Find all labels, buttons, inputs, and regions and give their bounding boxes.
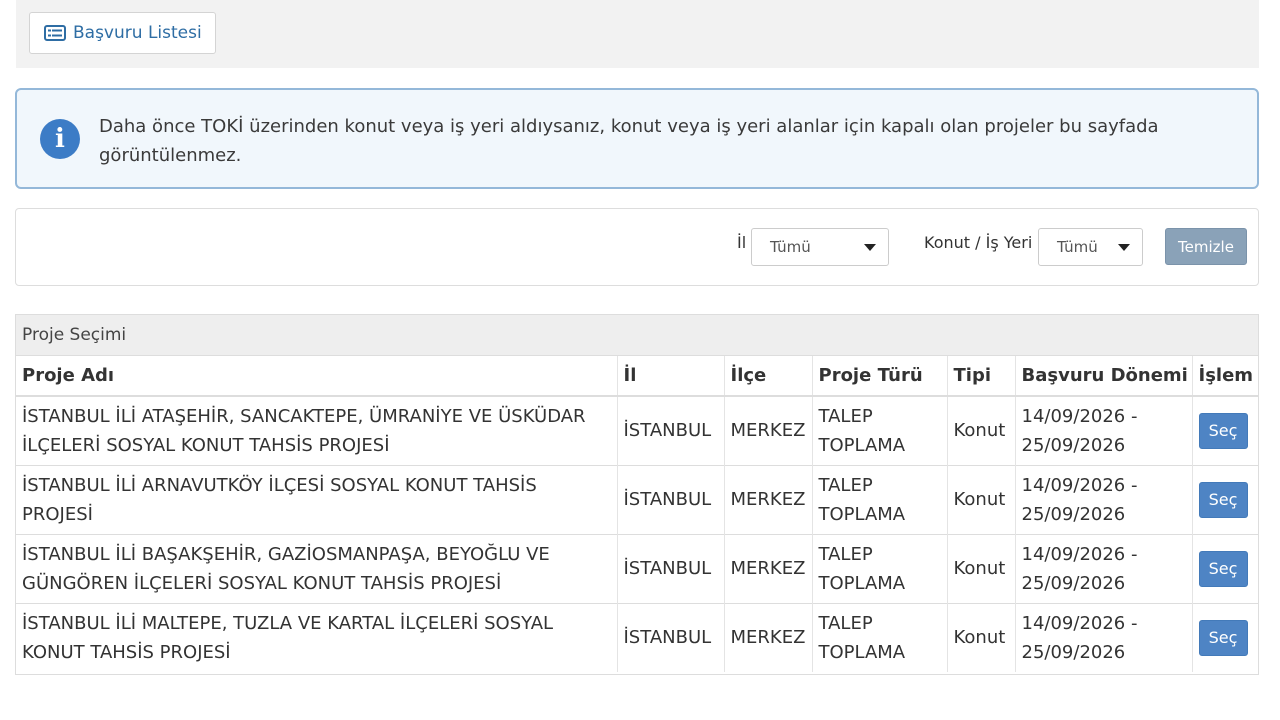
province-select[interactable]: Tümü [751, 228, 889, 266]
district-cell: MERKEZ [724, 395, 813, 465]
list-icon [44, 25, 66, 41]
action-cell: Seç [1192, 395, 1258, 465]
action-cell: Seç [1192, 464, 1258, 534]
district-cell: MERKEZ [724, 602, 813, 672]
province-filter-label: İl [737, 233, 747, 252]
filter-panel: İl Tümü Konut / İş Yeri Tümü Temizle [15, 208, 1259, 286]
district-cell: MERKEZ [724, 533, 813, 603]
action-cell: Seç [1192, 533, 1258, 603]
column-header-project-type[interactable]: Proje Türü [812, 356, 948, 397]
province-select-value: Tümü [770, 238, 811, 256]
caret-down-icon [864, 244, 876, 251]
province-cell: İSTANBUL [617, 395, 725, 465]
application-list-button[interactable]: Başvuru Listesi [29, 12, 216, 54]
project-name-cell: İSTANBUL İLİ BAŞAKŞEHİR, GAZİOSMANPAŞA, … [16, 533, 618, 603]
application-period-cell: 14/09/2026 - 25/09/2026 [1015, 602, 1193, 672]
project-type-cell: TALEP TOPLAMA [812, 395, 948, 465]
info-icon: i [40, 119, 80, 159]
province-cell: İSTANBUL [617, 464, 725, 534]
type-cell: Konut [947, 464, 1016, 534]
province-cell: İSTANBUL [617, 533, 725, 603]
project-name-cell: İSTANBUL İLİ MALTEPE, TUZLA VE KARTAL İL… [16, 602, 618, 672]
district-cell: MERKEZ [724, 464, 813, 534]
clear-filters-button[interactable]: Temizle [1165, 228, 1247, 265]
caret-down-icon [1118, 244, 1130, 251]
column-header-project-name[interactable]: Proje Adı [16, 356, 618, 397]
column-header-type[interactable]: Tipi [947, 356, 1016, 397]
column-header-action: İşlem [1192, 356, 1258, 397]
select-project-button[interactable]: Seç [1198, 481, 1248, 518]
table-header-row: Proje Adı İl İlçe Proje Türü Tipi Başvur… [16, 356, 1258, 397]
project-name-cell: İSTANBUL İLİ ATAŞEHİR, SANCAKTEPE, ÜMRAN… [16, 395, 618, 465]
type-cell: Konut [947, 533, 1016, 603]
panel-title: Proje Seçimi [16, 315, 1258, 356]
select-project-button[interactable]: Seç [1198, 619, 1248, 656]
project-type-cell: TALEP TOPLAMA [812, 464, 948, 534]
info-message: Daha önce TOKİ üzerinden konut veya iş y… [99, 116, 1159, 166]
type-cell: Konut [947, 395, 1016, 465]
select-project-button[interactable]: Seç [1198, 550, 1248, 587]
info-alert: i Daha önce TOKİ üzerinden konut veya iş… [15, 88, 1259, 189]
application-period-cell: 14/09/2026 - 25/09/2026 [1015, 533, 1193, 603]
project-selection-panel: Proje Seçimi Proje Adı İl İlçe Proje Tür… [15, 314, 1259, 675]
column-header-district[interactable]: İlçe [724, 356, 813, 397]
type-cell: Konut [947, 602, 1016, 672]
type-select[interactable]: Tümü [1038, 228, 1143, 266]
project-type-cell: TALEP TOPLAMA [812, 533, 948, 603]
column-header-province[interactable]: İl [617, 356, 725, 397]
type-select-value: Tümü [1057, 238, 1098, 256]
table-row: İSTANBUL İLİ BAŞAKŞEHİR, GAZİOSMANPAŞA, … [16, 533, 1258, 603]
table-row: İSTANBUL İLİ ARNAVUTKÖY İLÇESİ SOSYAL KO… [16, 464, 1258, 534]
project-type-cell: TALEP TOPLAMA [812, 602, 948, 672]
application-period-cell: 14/09/2026 - 25/09/2026 [1015, 464, 1193, 534]
table-row: İSTANBUL İLİ ATAŞEHİR, SANCAKTEPE, ÜMRAN… [16, 395, 1258, 465]
application-period-cell: 14/09/2026 - 25/09/2026 [1015, 395, 1193, 465]
action-cell: Seç [1192, 602, 1258, 672]
table-row: İSTANBUL İLİ MALTEPE, TUZLA VE KARTAL İL… [16, 602, 1258, 672]
province-cell: İSTANBUL [617, 602, 725, 672]
select-project-button[interactable]: Seç [1198, 412, 1248, 449]
top-toolbar: Başvuru Listesi [16, 0, 1259, 68]
column-header-application-period[interactable]: Başvuru Dönemi [1015, 356, 1193, 397]
application-list-label: Başvuru Listesi [73, 23, 202, 43]
project-name-cell: İSTANBUL İLİ ARNAVUTKÖY İLÇESİ SOSYAL KO… [16, 464, 618, 534]
projects-table: Proje Adı İl İlçe Proje Türü Tipi Başvur… [16, 356, 1258, 672]
type-filter-label: Konut / İş Yeri [924, 233, 1033, 252]
